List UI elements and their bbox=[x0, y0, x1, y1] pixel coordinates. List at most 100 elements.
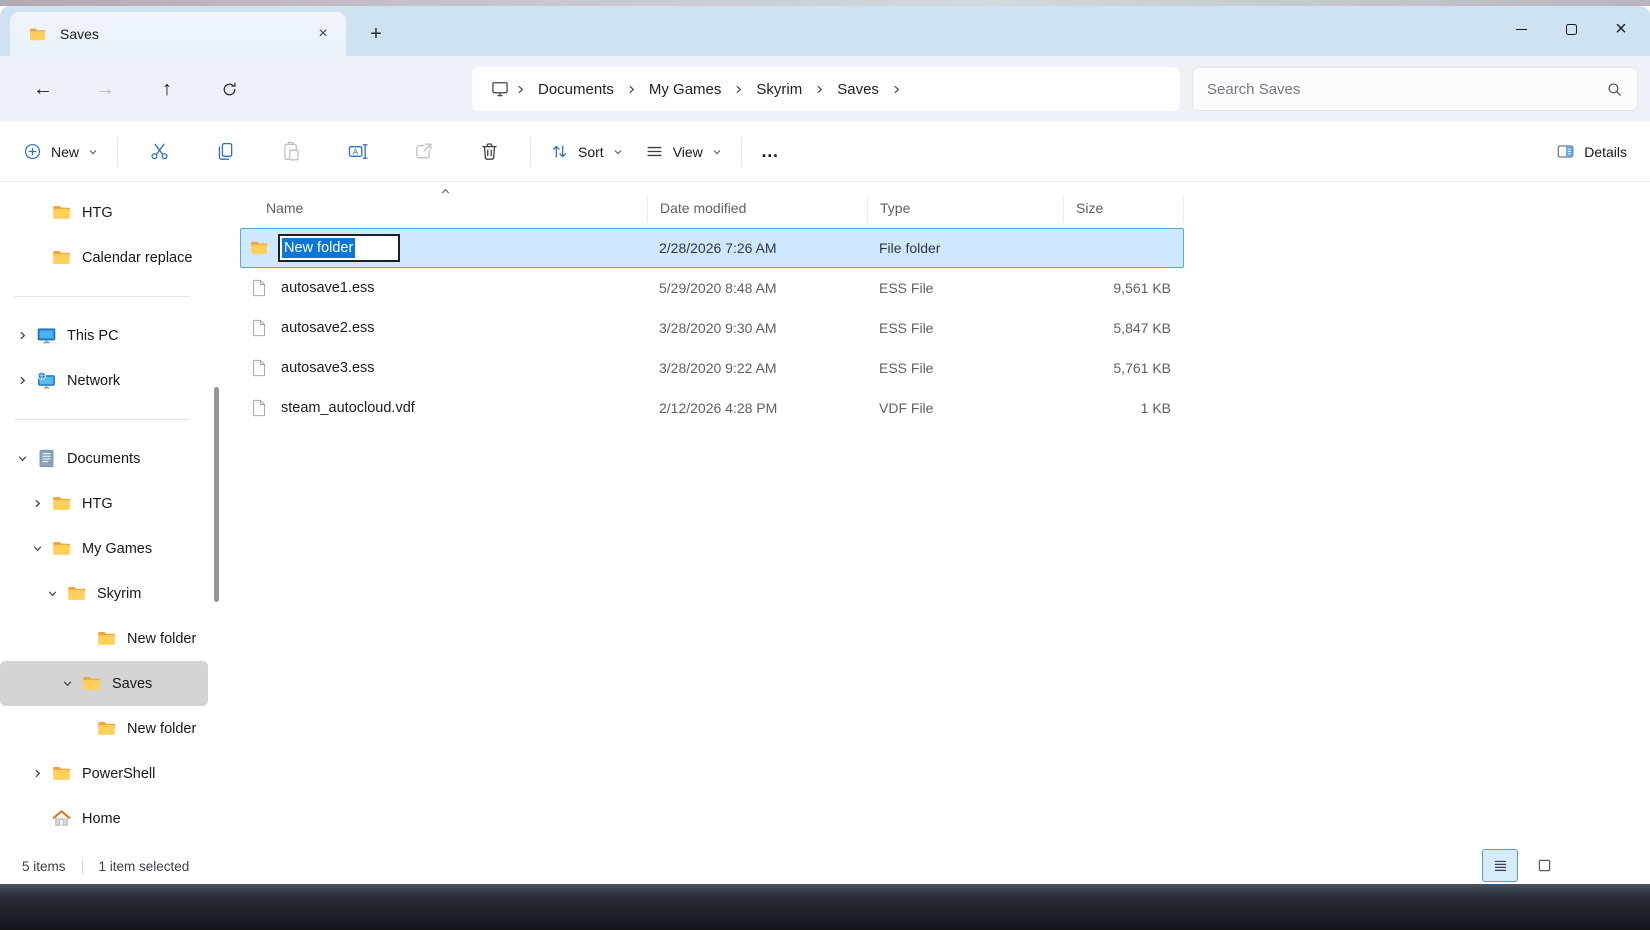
chevron-down-icon[interactable] bbox=[40, 582, 64, 606]
sidebar-item-home[interactable]: Home bbox=[0, 796, 208, 841]
chevron-right-icon[interactable] bbox=[25, 762, 49, 786]
delete-button[interactable] bbox=[466, 132, 512, 172]
toolbar-divider bbox=[117, 137, 118, 167]
details-button-label: Details bbox=[1584, 144, 1627, 160]
sidebar-item-saves[interactable]: Saves bbox=[0, 661, 208, 706]
breadcrumb-documents[interactable]: Documents bbox=[529, 76, 623, 103]
sort-button-label: Sort bbox=[578, 144, 604, 160]
toolbar-divider bbox=[741, 137, 742, 167]
sidebar-item-this-pc[interactable]: This PC bbox=[0, 313, 208, 358]
file-name: autosave2.ess bbox=[281, 320, 375, 336]
chevron-spacer bbox=[25, 807, 49, 831]
column-header-date-modified[interactable]: Date modified bbox=[648, 195, 868, 222]
chevron-down-icon[interactable] bbox=[25, 537, 49, 561]
breadcrumb[interactable]: Documents My Games Skyrim Saves bbox=[472, 67, 1180, 111]
more-options-button[interactable]: … bbox=[750, 132, 790, 172]
chevron-spacer bbox=[25, 246, 49, 270]
command-toolbar: New A Sort View … Details bbox=[0, 122, 1650, 182]
view-list-icon bbox=[645, 142, 664, 161]
file-type: File folder bbox=[867, 240, 1063, 256]
copy-button[interactable] bbox=[202, 132, 248, 172]
rename-button[interactable]: A bbox=[334, 132, 380, 172]
thumbnail-view-toggle[interactable] bbox=[1526, 849, 1562, 882]
svg-text:A: A bbox=[352, 146, 358, 156]
rename-input[interactable]: New folder bbox=[278, 234, 400, 262]
folder-icon bbox=[51, 538, 72, 559]
details-panel-icon bbox=[1556, 142, 1575, 161]
chevron-right-icon bbox=[891, 84, 902, 95]
file-row-autosave2-ess[interactable]: autosave2.ess3/28/2020 9:30 AMESS File5,… bbox=[240, 308, 1184, 348]
view-button[interactable]: View bbox=[634, 132, 733, 172]
paste-button[interactable] bbox=[268, 132, 314, 172]
chevron-down-icon[interactable] bbox=[55, 672, 79, 696]
view-thumbnails-icon bbox=[1536, 857, 1553, 874]
file-icon bbox=[249, 358, 269, 378]
column-headers: NameDate modifiedTypeSize bbox=[240, 188, 1184, 228]
file-row-autosave3-ess[interactable]: autosave3.ess3/28/2020 9:22 AMESS File5,… bbox=[240, 348, 1184, 388]
sort-button[interactable]: Sort bbox=[539, 132, 634, 172]
tab-saves[interactable]: Saves × bbox=[10, 12, 346, 56]
refresh-icon bbox=[221, 81, 238, 98]
chevron-right-icon bbox=[733, 84, 744, 95]
file-size: 1 KB bbox=[1063, 400, 1183, 416]
copy-icon bbox=[215, 141, 236, 162]
breadcrumb-saves[interactable]: Saves bbox=[828, 76, 888, 103]
circle-plus-icon bbox=[23, 142, 42, 161]
breadcrumb-skyrim[interactable]: Skyrim bbox=[747, 76, 811, 103]
breadcrumb-my-games[interactable]: My Games bbox=[640, 76, 731, 103]
chevron-spacer bbox=[70, 717, 94, 741]
sidebar-item-calendar-replace[interactable]: Calendar replace bbox=[0, 235, 208, 280]
file-type: VDF File bbox=[867, 400, 1063, 416]
file-icon bbox=[249, 318, 269, 338]
file-row-steam-autocloud-vdf[interactable]: steam_autocloud.vdf2/12/2026 4:28 PMVDF … bbox=[240, 388, 1184, 428]
maximize-button[interactable] bbox=[1546, 6, 1596, 52]
sidebar-item-powershell[interactable]: PowerShell bbox=[0, 751, 208, 796]
up-button[interactable]: ↑ bbox=[136, 69, 198, 109]
cut-button[interactable] bbox=[136, 132, 182, 172]
sidebar-scrollbar[interactable] bbox=[214, 387, 219, 602]
sidebar-item-htg[interactable]: HTG bbox=[0, 190, 208, 235]
sidebar-item-documents[interactable]: Documents bbox=[0, 436, 208, 481]
delete-icon bbox=[479, 141, 500, 162]
file-name-cell: autosave2.ess bbox=[241, 318, 647, 338]
sidebar-item-new-folder[interactable]: New folder bbox=[0, 706, 208, 751]
tab-close-icon[interactable]: × bbox=[310, 21, 336, 47]
chevron-right-icon[interactable] bbox=[10, 369, 34, 393]
folder-icon bbox=[81, 673, 102, 694]
sidebar-item-new-folder[interactable]: New folder bbox=[0, 616, 208, 661]
file-row-new-folder[interactable]: New folder2/28/2026 7:26 AMFile folder bbox=[240, 228, 1184, 268]
folder-icon bbox=[249, 238, 269, 258]
back-button[interactable]: ← bbox=[12, 69, 74, 109]
refresh-button[interactable] bbox=[198, 69, 260, 109]
file-row-autosave1-ess[interactable]: autosave1.ess5/29/2020 8:48 AMESS File9,… bbox=[240, 268, 1184, 308]
details-button[interactable]: Details bbox=[1545, 132, 1638, 172]
search-input[interactable] bbox=[1207, 81, 1606, 98]
column-header-name[interactable]: Name bbox=[240, 195, 648, 222]
chevron-right-icon[interactable] bbox=[25, 492, 49, 516]
cut-icon bbox=[149, 141, 170, 162]
forward-button[interactable]: → bbox=[74, 69, 136, 109]
sidebar-item-label: My Games bbox=[82, 541, 152, 557]
chevron-right-icon[interactable] bbox=[10, 324, 34, 348]
share-button[interactable] bbox=[400, 132, 446, 172]
file-type: ESS File bbox=[867, 320, 1063, 336]
chevron-down-icon[interactable] bbox=[10, 447, 34, 471]
close-icon: × bbox=[1615, 19, 1627, 39]
new-tab-button[interactable]: + bbox=[358, 16, 394, 52]
new-button[interactable]: New bbox=[12, 132, 109, 172]
sidebar-item-skyrim[interactable]: Skyrim bbox=[0, 571, 208, 616]
sidebar-item-my-games[interactable]: My Games bbox=[0, 526, 208, 571]
search-box[interactable] bbox=[1192, 67, 1638, 111]
file-icon bbox=[249, 398, 269, 418]
minimize-button[interactable] bbox=[1496, 6, 1546, 52]
details-view-toggle[interactable] bbox=[1482, 849, 1518, 882]
column-header-size[interactable]: Size bbox=[1064, 195, 1184, 222]
chevron-down-icon bbox=[88, 147, 98, 157]
desktop-strip bbox=[0, 884, 1650, 930]
sidebar-item-htg[interactable]: HTG bbox=[0, 481, 208, 526]
sidebar-item-label: Home bbox=[82, 811, 121, 827]
sidebar-item-network[interactable]: Network bbox=[0, 358, 208, 403]
close-button[interactable]: × bbox=[1596, 6, 1646, 52]
column-header-type[interactable]: Type bbox=[868, 195, 1064, 222]
monitor-icon bbox=[490, 79, 510, 99]
